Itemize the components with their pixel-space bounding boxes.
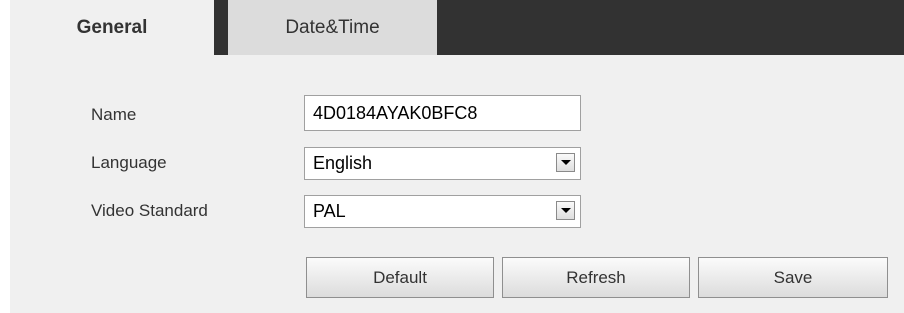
video-standard-select-value: PAL xyxy=(313,201,346,221)
name-input[interactable] xyxy=(304,95,581,131)
chevron-down-icon[interactable] xyxy=(556,153,575,172)
refresh-button[interactable]: Refresh xyxy=(502,257,690,298)
default-button[interactable]: Default xyxy=(306,257,494,298)
chevron-down-icon[interactable] xyxy=(556,201,575,220)
name-label: Name xyxy=(91,105,137,124)
save-button[interactable]: Save xyxy=(698,257,888,298)
video-standard-select[interactable]: PAL xyxy=(304,195,581,228)
tab-divider xyxy=(214,0,228,55)
tab-general[interactable]: General xyxy=(10,0,214,55)
tab-date-time[interactable]: Date&Time xyxy=(228,0,437,55)
tab-bar: General Date&Time xyxy=(10,0,904,55)
language-select[interactable]: English xyxy=(304,147,581,180)
video-standard-label: Video Standard xyxy=(91,201,208,220)
language-select-value: English xyxy=(313,153,373,173)
language-label: Language xyxy=(91,153,167,172)
